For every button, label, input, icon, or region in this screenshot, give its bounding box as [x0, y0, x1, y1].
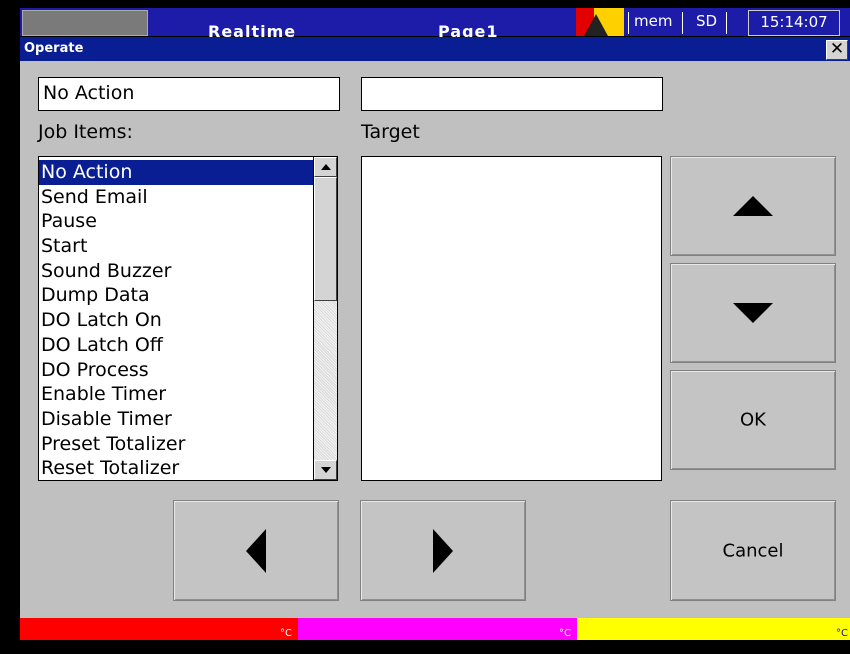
channel-strip: °C °C °C	[20, 618, 850, 640]
channel-3-unit: °C	[836, 628, 848, 639]
list-item[interactable]: No Action	[39, 160, 313, 185]
arrow-left-icon	[246, 528, 266, 573]
job-items-list[interactable]: No Action Send Email Pause Start Sound Buzze…	[38, 156, 338, 481]
list-item[interactable]: Disable Timer	[39, 407, 313, 432]
scroll-up-button[interactable]	[314, 157, 337, 177]
cancel-button-label: Cancel	[722, 540, 784, 561]
channel-1-unit: °C	[280, 628, 292, 639]
target-label: Target	[361, 121, 420, 143]
job-items-label: Job Items:	[38, 121, 133, 143]
list-item[interactable]: Enable Timer	[39, 382, 313, 407]
list-item[interactable]: DO Latch Off	[39, 333, 313, 358]
previous-button[interactable]	[173, 500, 339, 601]
channel-2-unit: °C	[559, 628, 571, 639]
channel-3: °C	[577, 618, 850, 640]
list-item[interactable]: Pause	[39, 209, 313, 234]
list-item[interactable]: Preset Totalizer	[39, 432, 313, 457]
selected-action-field[interactable]: No Action	[38, 77, 340, 111]
ok-button[interactable]: OK	[670, 370, 836, 470]
next-button[interactable]	[360, 500, 526, 601]
arrow-right-icon	[433, 528, 453, 573]
channel-1: °C	[20, 618, 298, 640]
arrow-up-icon	[733, 196, 773, 216]
clock: 15:14:07	[748, 10, 840, 36]
dialog-title: Operate	[24, 41, 84, 56]
target-value-field[interactable]	[361, 77, 663, 111]
list-item[interactable]: Start	[39, 234, 313, 259]
chevron-up-icon	[321, 164, 331, 170]
close-icon[interactable]: ✕	[826, 40, 848, 60]
sd-status: SD	[696, 12, 718, 30]
list-scrollbar[interactable]	[313, 157, 337, 480]
move-up-button[interactable]	[670, 156, 836, 256]
scroll-thumb[interactable]	[314, 177, 337, 301]
list-item[interactable]: DO Latch On	[39, 308, 313, 333]
dialog-titlebar: Operate ✕	[20, 37, 850, 61]
target-list[interactable]	[361, 156, 662, 481]
list-item[interactable]: Reset Totalizer	[39, 456, 313, 480]
list-item[interactable]: DO Process	[39, 358, 313, 383]
memory-status: mem	[634, 12, 673, 30]
list-item[interactable]: Send Email	[39, 185, 313, 210]
list-item[interactable]: Sound Buzzer	[39, 259, 313, 284]
ok-button-label: OK	[740, 409, 766, 431]
arrow-down-icon	[733, 303, 773, 323]
menu-slot[interactable]	[22, 10, 148, 36]
operate-dialog: Operate ✕ No Action Job Items: Target No…	[20, 37, 850, 618]
scroll-down-button[interactable]	[314, 460, 337, 480]
list-item[interactable]: Dump Data	[39, 283, 313, 308]
chevron-down-icon	[321, 467, 331, 473]
cancel-button[interactable]: Cancel	[670, 500, 836, 601]
alarm-bell-icon[interactable]	[576, 8, 624, 36]
move-down-button[interactable]	[670, 263, 836, 363]
channel-2: °C	[298, 618, 577, 640]
status-bar: Realtime Page1 mem SD 15:14:07	[0, 0, 850, 41]
